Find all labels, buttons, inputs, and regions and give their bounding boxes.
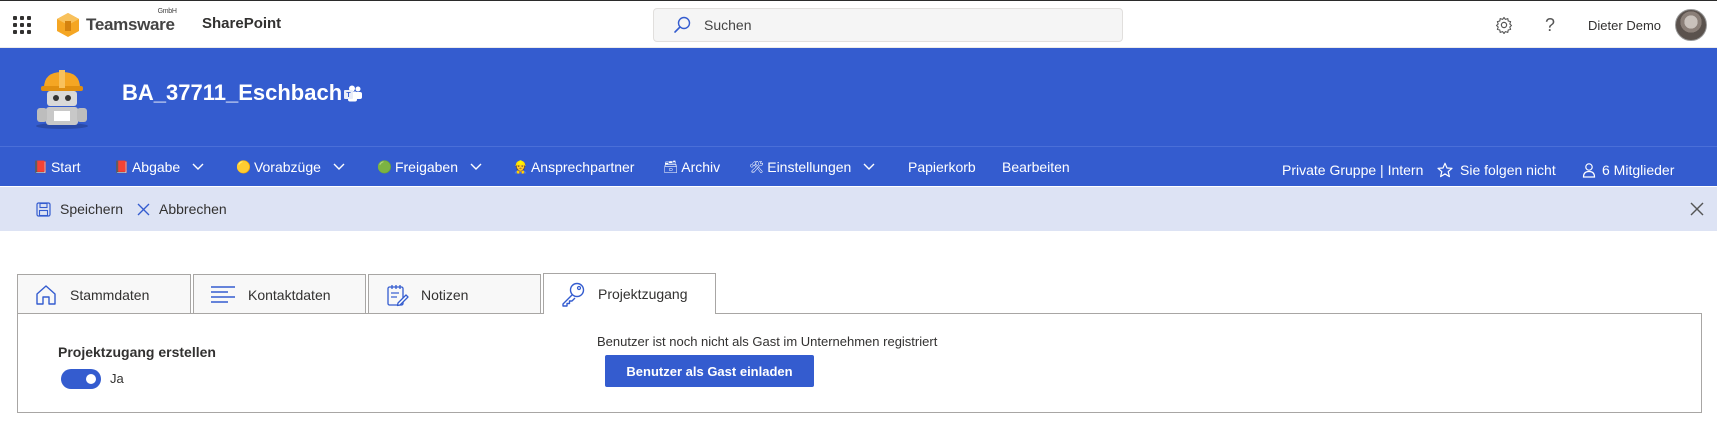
save-label: Speichern	[60, 201, 124, 217]
guest-status-text: Benutzer ist noch nicht als Gast im Unte…	[597, 334, 938, 349]
tab-label: Stammdaten	[70, 286, 150, 303]
help-button[interactable]: ?	[1534, 9, 1566, 41]
nav-item-einstellungen[interactable]: 🛠 Einstellungen	[749, 147, 875, 187]
save-button[interactable]: Speichern	[36, 187, 123, 231]
save-icon	[36, 201, 51, 217]
tab-label: Notizen	[421, 286, 469, 303]
yellow-circle-icon: 🟡	[236, 160, 251, 174]
chevron-down-icon	[470, 163, 482, 170]
nav-item-start[interactable]: 📕 Start	[33, 147, 81, 187]
nav-item-label: Ansprechpartner	[530, 159, 635, 175]
follow-label: Sie folgen nicht	[1460, 162, 1556, 178]
tools-icon: 🛠	[749, 160, 765, 174]
settings-button[interactable]	[1488, 9, 1520, 41]
chevron-down-icon	[333, 163, 345, 170]
tab-stammdaten[interactable]: Stammdaten	[17, 274, 191, 314]
tab-label: Projektzugang	[598, 286, 688, 302]
archive-box-icon: 🗃	[663, 160, 679, 174]
note-edit-icon	[387, 284, 409, 306]
svg-text:T: T	[346, 92, 351, 99]
nav-item-papierkorb[interactable]: Papierkorb	[908, 147, 976, 187]
group-info: Private Gruppe | Intern	[1282, 162, 1424, 178]
nav-item-label: Papierkorb	[908, 159, 976, 175]
app-launcher-icon[interactable]	[12, 15, 32, 35]
chevron-down-icon	[192, 163, 204, 170]
search-input[interactable]: Suchen	[704, 17, 751, 33]
nav-item-label: Archiv	[681, 159, 721, 175]
project-access-label: Projektzugang erstellen	[58, 344, 216, 360]
nav-item-vorabzuege[interactable]: 🟡 Vorabzüge	[236, 147, 345, 187]
key-icon	[562, 282, 585, 307]
cancel-label: Abbrechen	[159, 201, 227, 217]
site-logo-robot-icon[interactable]	[32, 64, 92, 130]
nav-item-label: Start	[50, 159, 81, 175]
search-box[interactable]: Suchen	[653, 8, 1123, 42]
brand-suffix: GmbH	[157, 8, 177, 15]
help-icon: ?	[1545, 14, 1556, 35]
green-circle-icon: 🟢	[377, 160, 392, 174]
brand-name: Teamsware GmbH	[86, 8, 177, 34]
tab-kontaktdaten[interactable]: Kontaktdaten	[193, 274, 366, 314]
nav-item-ansprechpartner[interactable]: 👷 Ansprechpartner	[513, 147, 634, 187]
nav-item-label: Abgabe	[131, 159, 181, 175]
cancel-button[interactable]: Abbrechen	[137, 187, 227, 231]
members-label: 6 Mitglieder	[1602, 162, 1675, 178]
book-icon: 📕	[114, 160, 129, 174]
construction-worker-icon: 👷	[513, 160, 528, 174]
nav-item-bearbeiten[interactable]: Bearbeiten	[1002, 147, 1070, 187]
nav-item-label: Freigaben	[394, 159, 458, 175]
tab-panel-projektzugang: Projektzugang erstellen Ja Benutzer ist …	[17, 313, 1702, 413]
nav-item-label: Vorabzüge	[253, 159, 321, 175]
nav-item-label: Einstellungen	[767, 159, 852, 175]
text-lines-icon	[211, 285, 235, 303]
members-button[interactable]: 6 Mitglieder	[1582, 150, 1674, 190]
invite-guest-button[interactable]: Benutzer als Gast einladen	[605, 355, 814, 387]
avatar[interactable]	[1675, 9, 1707, 41]
suite-bar: Teamsware GmbH SharePoint Suchen ? Dieter…	[0, 0, 1717, 48]
tab-notizen[interactable]: Notizen	[368, 274, 541, 314]
user-name[interactable]: Dieter Demo	[1588, 18, 1661, 33]
book-icon: 📕	[33, 160, 48, 174]
app-name[interactable]: SharePoint	[202, 15, 281, 32]
nav-item-abgabe[interactable]: 📕 Abgabe	[114, 147, 204, 187]
teamsware-logo-icon	[57, 13, 79, 37]
site-navigation: 📕 Start 📕 Abgabe 🟡 Vorabzüge 🟢 Freigaben…	[0, 146, 1717, 186]
tab-label: Kontaktdaten	[248, 286, 331, 303]
gear-icon	[1495, 16, 1513, 34]
nav-item-label: Bearbeiten	[1002, 159, 1070, 175]
star-icon	[1437, 162, 1453, 178]
home-icon	[36, 284, 56, 305]
search-icon	[674, 16, 691, 33]
tab-projektzugang[interactable]: Projektzugang	[543, 273, 716, 314]
follow-button[interactable]: Sie folgen nicht	[1437, 150, 1556, 190]
teams-icon[interactable]: T	[343, 85, 363, 103]
chevron-down-icon	[863, 163, 875, 170]
person-icon	[1582, 163, 1596, 178]
command-bar: Speichern Abbrechen	[0, 187, 1717, 231]
toggle-state-text: Ja	[110, 371, 124, 386]
close-icon	[137, 203, 150, 215]
close-icon[interactable]	[1687, 199, 1707, 219]
nav-item-freigaben[interactable]: 🟢 Freigaben	[377, 147, 482, 187]
project-access-toggle[interactable]	[61, 369, 101, 389]
brand-logo[interactable]: Teamsware GmbH	[56, 8, 177, 41]
site-header: BA_37711_Eschbach T	[0, 48, 1717, 146]
nav-item-archiv[interactable]: 🗃 Archiv	[663, 147, 720, 187]
site-title[interactable]: BA_37711_Eschbach	[122, 80, 342, 106]
